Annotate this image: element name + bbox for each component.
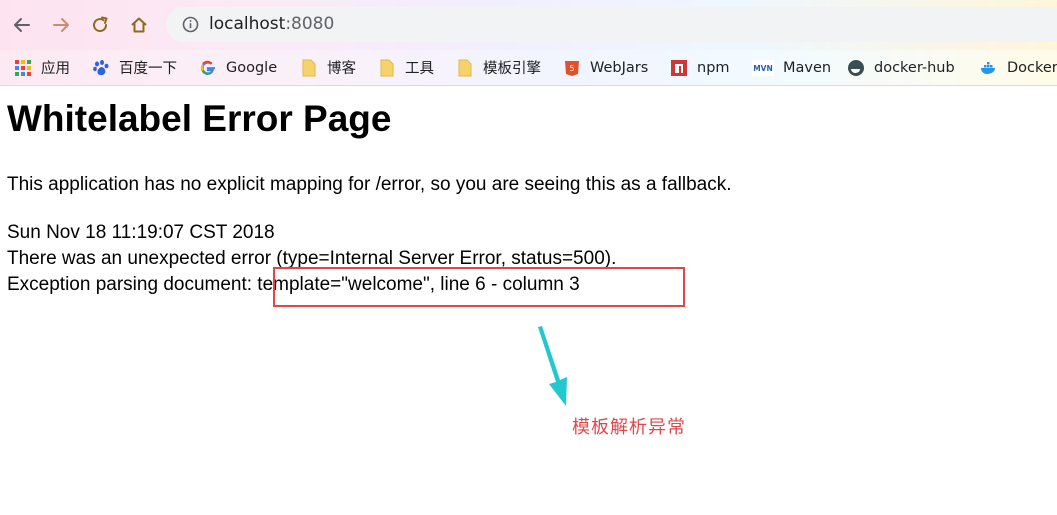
bookmark-label: Docker [1007,59,1057,76]
svg-text:MVN: MVN [753,64,773,73]
baidu-paw-icon [92,59,110,77]
home-icon [131,17,147,33]
bookmark-google[interactable]: Google [199,50,277,85]
bookmark-folder-blog[interactable]: 博客 [300,50,356,85]
bookmark-label: 工具 [405,61,434,77]
bookmark-label: 博客 [327,61,356,77]
webjars-icon: 5 [563,59,581,77]
browser-toolbar: localhost:8080 [0,0,1057,50]
bookmark-apps[interactable]: 应用 [14,50,70,85]
npm-icon [670,59,688,77]
bookmark-label: 百度一下 [119,61,177,77]
bookmark-webjars[interactable]: 5 WebJars [563,50,648,85]
maven-icon: MVN [752,59,774,77]
docker-whale-icon [980,59,998,77]
folder-icon [378,59,396,77]
home-button[interactable] [126,12,152,38]
bookmarks-bar: 应用 百度一下 Google 博客 工具 模板引擎 5 WebJars npm … [0,50,1057,86]
bookmark-npm[interactable]: npm [670,50,730,85]
annotation-arrow-icon [538,326,567,406]
reload-icon [93,16,108,33]
folder-icon [300,59,318,77]
address-bar[interactable]: localhost:8080 [166,7,1057,42]
svg-text:5: 5 [569,64,574,73]
back-arrow-icon [14,18,30,32]
google-g-icon [199,59,217,77]
bookmark-label: WebJars [590,59,649,76]
page-content: Whitelabel Error Page This application h… [0,86,1057,515]
bookmark-baidu[interactable]: 百度一下 [92,50,177,85]
bookmark-label: 应用 [41,61,70,77]
docker-hub-icon [847,59,865,77]
bookmark-label: Google [226,59,278,76]
back-button[interactable] [9,12,35,38]
bookmark-folder-templates[interactable]: 模板引擎 [456,50,541,85]
apps-grid-icon [14,59,32,77]
forward-arrow-icon [53,18,69,32]
bookmark-folder-tools[interactable]: 工具 [378,50,434,85]
info-icon[interactable] [182,16,199,33]
bookmark-label: docker-hub [874,59,955,76]
bookmark-maven[interactable]: MVN Maven [752,50,831,85]
bookmark-docker[interactable]: Docker [980,50,1057,85]
fallback-description: This application has no explicit mapping… [7,174,732,195]
annotation-label: 模板解析异常 [572,417,686,438]
bookmark-docker-hub[interactable]: docker-hub [847,50,955,85]
bookmark-label: 模板引擎 [483,61,541,77]
url-text: localhost:8080 [209,14,335,34]
folder-icon [456,59,474,77]
bookmark-label: Maven [783,59,832,76]
reload-button[interactable] [87,12,113,38]
forward-button[interactable] [48,12,74,38]
bookmark-label: npm [697,59,730,76]
annotation-highlight-box [273,267,685,307]
error-timestamp: Sun Nov 18 11:19:07 CST 2018 [7,222,275,243]
page-title: Whitelabel Error Page [7,98,392,139]
